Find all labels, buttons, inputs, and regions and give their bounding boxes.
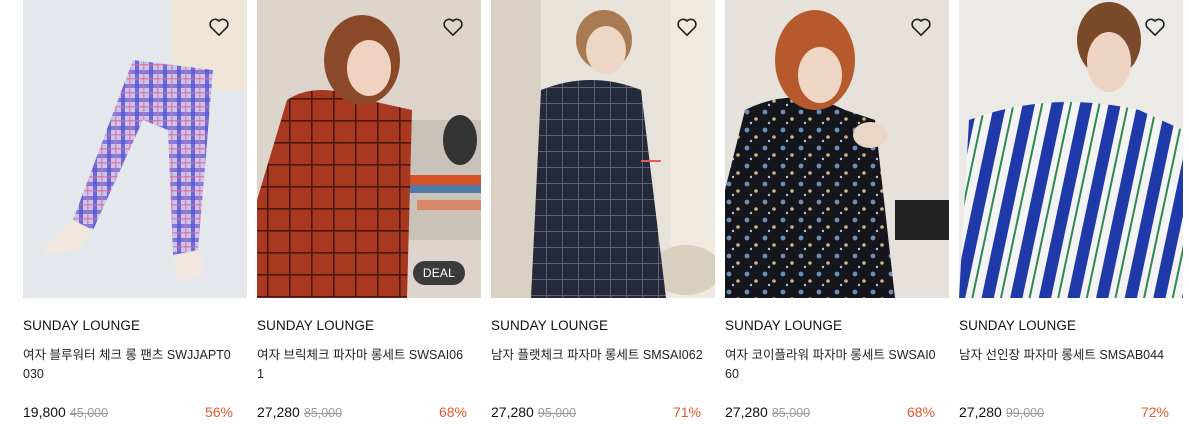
discount-rate: 68%	[906, 404, 935, 420]
product-card[interactable]: SUNDAY LOUNGE 남자 플랫체크 파자마 롱세트 SMSAI062 2…	[491, 0, 715, 424]
wishlist-heart-icon[interactable]	[208, 17, 230, 37]
deal-badge: DEAL	[412, 261, 465, 285]
discount-rate: 68%	[438, 404, 467, 420]
product-title[interactable]: 여자 코이플라워 파자마 롱세트 SWSAI060	[725, 346, 937, 384]
wishlist-heart-icon[interactable]	[1144, 17, 1166, 37]
product-image[interactable]	[491, 0, 715, 298]
price-row: 27,280 85,000 68%	[257, 404, 467, 420]
discount-rate: 56%	[204, 404, 233, 420]
sale-price: 27,280	[959, 404, 1002, 420]
product-title[interactable]: 남자 플랫체크 파자마 롱세트 SMSAI062	[491, 346, 703, 365]
product-brand[interactable]: SUNDAY LOUNGE	[491, 318, 608, 333]
price-row: 27,280 85,000 68%	[725, 404, 935, 420]
product-grid: SUNDAY LOUNGE 여자 블루워터 체크 롱 팬츠 SWJJAPT003…	[23, 0, 1183, 424]
wishlist-heart-icon[interactable]	[442, 17, 464, 37]
discount-rate: 72%	[1140, 404, 1169, 420]
original-price: 99,000	[1005, 406, 1045, 420]
sale-price: 19,800	[23, 404, 66, 420]
product-photo	[725, 0, 949, 298]
product-title[interactable]: 남자 선인장 파자마 롱세트 SMSAB044	[959, 346, 1171, 365]
product-image[interactable]	[23, 0, 247, 298]
sale-price: 27,280	[257, 404, 300, 420]
product-photo	[491, 0, 715, 298]
product-image[interactable]	[725, 0, 949, 298]
sale-price: 27,280	[725, 404, 768, 420]
original-price: 45,000	[69, 406, 109, 420]
original-price: 85,000	[771, 406, 811, 420]
discount-rate: 71%	[672, 404, 701, 420]
sale-price: 27,280	[491, 404, 534, 420]
original-price: 95,000	[537, 406, 577, 420]
price-row: 19,800 45,000 56%	[23, 404, 233, 420]
product-brand[interactable]: SUNDAY LOUNGE	[257, 318, 374, 333]
product-image[interactable]	[959, 0, 1183, 298]
product-image[interactable]: DEAL	[257, 0, 481, 298]
price-row: 27,280 99,000 72%	[959, 404, 1169, 420]
price-row: 27,280 95,000 71%	[491, 404, 701, 420]
product-photo	[257, 0, 481, 298]
product-brand[interactable]: SUNDAY LOUNGE	[725, 318, 842, 333]
product-card[interactable]: SUNDAY LOUNGE 남자 선인장 파자마 롱세트 SMSAB044 27…	[959, 0, 1183, 424]
product-card[interactable]: SUNDAY LOUNGE 여자 코이플라워 파자마 롱세트 SWSAI060 …	[725, 0, 949, 424]
original-price: 85,000	[303, 406, 343, 420]
product-brand[interactable]: SUNDAY LOUNGE	[959, 318, 1076, 333]
product-photo	[959, 0, 1183, 298]
wishlist-heart-icon[interactable]	[676, 17, 698, 37]
product-card[interactable]: DEAL SUNDAY LOUNGE 여자 브릭체크 파자마 롱세트 SWSAI…	[257, 0, 481, 424]
wishlist-heart-icon[interactable]	[910, 17, 932, 37]
product-title[interactable]: 여자 브릭체크 파자마 롱세트 SWSAI061	[257, 346, 469, 384]
product-card[interactable]: SUNDAY LOUNGE 여자 블루워터 체크 롱 팬츠 SWJJAPT003…	[23, 0, 247, 424]
product-photo	[23, 0, 247, 298]
product-brand[interactable]: SUNDAY LOUNGE	[23, 318, 140, 333]
product-title[interactable]: 여자 블루워터 체크 롱 팬츠 SWJJAPT0030	[23, 346, 235, 384]
